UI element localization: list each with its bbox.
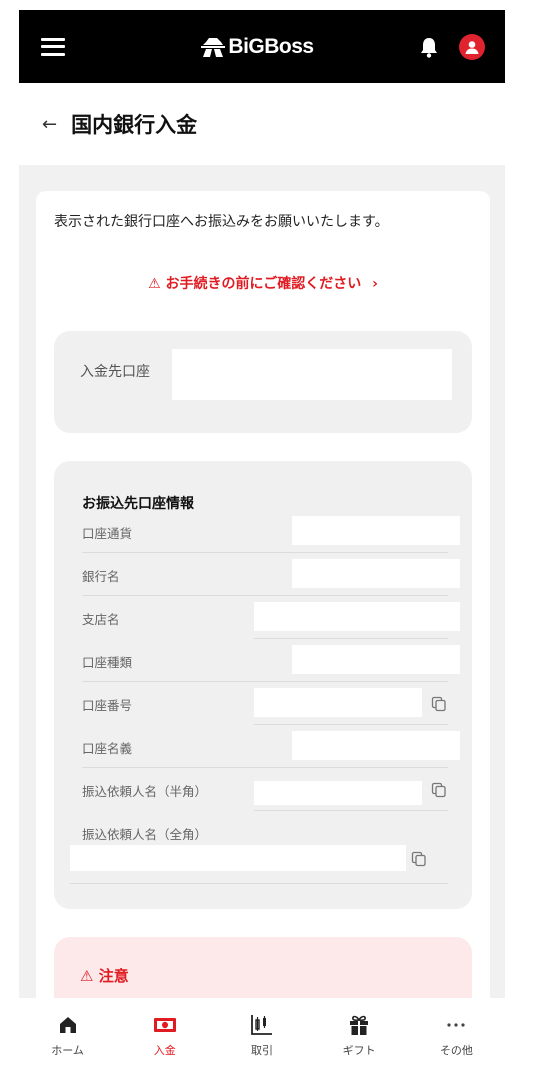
bottom-nav: ホーム 入金 取引 ギフト その他 <box>19 998 505 1078</box>
currency-value <box>292 516 460 545</box>
warning-icon: ⚠ <box>80 967 94 985</box>
notice-title-text: 注意 <box>98 967 129 985</box>
info-row-branch: 支店名 <box>82 597 460 639</box>
copy-icon[interactable] <box>431 782 447 798</box>
user-icon <box>465 40 479 54</box>
check-before-link[interactable]: ⚠ お手続きの前にご確認ください › <box>36 273 490 293</box>
info-row-account-holder: 口座名義 <box>82 726 460 768</box>
trade-icon <box>251 1015 272 1035</box>
nav-more[interactable]: その他 <box>411 1014 501 1058</box>
sender-halfwidth-value <box>254 781 422 805</box>
info-row-bank-name: 銀行名 <box>82 554 460 596</box>
logo[interactable]: BiGBoss <box>200 34 314 59</box>
more-icon <box>447 1023 465 1027</box>
nav-deposit-label: 入金 <box>153 1044 176 1057</box>
chevron-right-icon: › <box>372 276 378 292</box>
sender-halfwidth-label: 振込依頼人名（半角） <box>82 784 208 799</box>
sender-fullwidth-value <box>70 845 406 871</box>
intro-text: 表示された銀行口座へお振込みをお願いいたします。 <box>54 214 389 230</box>
account-number-label: 口座番号 <box>82 698 133 713</box>
deposit-card: 表示された銀行口座へお振込みをお願いいたします。 ⚠ お手続きの前にご確認くださ… <box>36 191 490 998</box>
bank-name-label: 銀行名 <box>82 569 120 584</box>
content-area: 表示された銀行口座へお振込みをお願いいたします。 ⚠ お手続きの前にご確認くださ… <box>19 165 505 998</box>
bell-icon[interactable] <box>419 36 439 58</box>
back-arrow-icon[interactable]: ← <box>42 114 57 135</box>
nav-home[interactable]: ホーム <box>23 1014 113 1058</box>
gift-icon <box>350 1015 369 1035</box>
deposit-account-label: 入金先口座 <box>80 364 150 380</box>
account-number-value <box>254 688 422 717</box>
nav-more-label: その他 <box>439 1044 473 1057</box>
nav-home-label: ホーム <box>51 1044 84 1057</box>
account-type-label: 口座種類 <box>82 655 133 670</box>
info-row-account-type: 口座種類 <box>82 640 460 682</box>
account-type-value <box>292 645 460 674</box>
menu-icon[interactable] <box>41 37 65 56</box>
currency-label: 口座通貨 <box>82 526 133 541</box>
branch-value <box>254 602 460 631</box>
transfer-info-box: お振込先口座情報 口座通貨 銀行名 支店名 口座種類 口座番号 口座名義 振込依… <box>54 461 472 909</box>
notice-title: ⚠ 注意 <box>80 965 129 986</box>
branch-label: 支店名 <box>82 612 120 627</box>
logo-mark-icon <box>201 37 226 57</box>
avatar[interactable] <box>459 33 485 60</box>
bank-name-value <box>292 559 460 588</box>
nav-deposit[interactable]: 入金 <box>120 1014 210 1058</box>
deposit-icon <box>153 1018 176 1032</box>
nav-gift-label: ギフト <box>342 1044 376 1057</box>
notice-box: ⚠ 注意 <box>54 937 472 998</box>
copy-icon[interactable] <box>411 851 427 867</box>
info-row-sender-fullwidth: 振込依頼人名（全角） <box>70 812 448 884</box>
nav-trade-label: 取引 <box>250 1044 273 1057</box>
check-before-label: お手続きの前にご確認ください <box>165 276 362 292</box>
copy-icon[interactable] <box>431 696 447 712</box>
transfer-info-title: お振込先口座情報 <box>82 496 194 512</box>
nav-gift[interactable]: ギフト <box>314 1014 404 1058</box>
info-row-sender-halfwidth: 振込依頼人名（半角） <box>82 769 448 811</box>
logo-text: BiGBoss <box>228 34 314 58</box>
account-holder-label: 口座名義 <box>82 741 133 756</box>
info-row-account-number: 口座番号 <box>82 683 448 725</box>
home-icon <box>59 1017 76 1033</box>
nav-trade[interactable]: 取引 <box>217 1014 307 1058</box>
app-header: BiGBoss <box>19 10 505 83</box>
info-row-currency: 口座通貨 <box>82 511 460 553</box>
sender-fullwidth-label: 振込依頼人名（全角） <box>82 827 208 842</box>
deposit-account-box: 入金先口座 <box>54 331 472 433</box>
page-title: 国内銀行入金 <box>71 113 198 137</box>
warning-icon: ⚠ <box>148 276 161 292</box>
deposit-account-value <box>172 349 452 400</box>
page-title-row: ← 国内銀行入金 <box>42 108 197 140</box>
account-holder-value <box>292 731 460 760</box>
